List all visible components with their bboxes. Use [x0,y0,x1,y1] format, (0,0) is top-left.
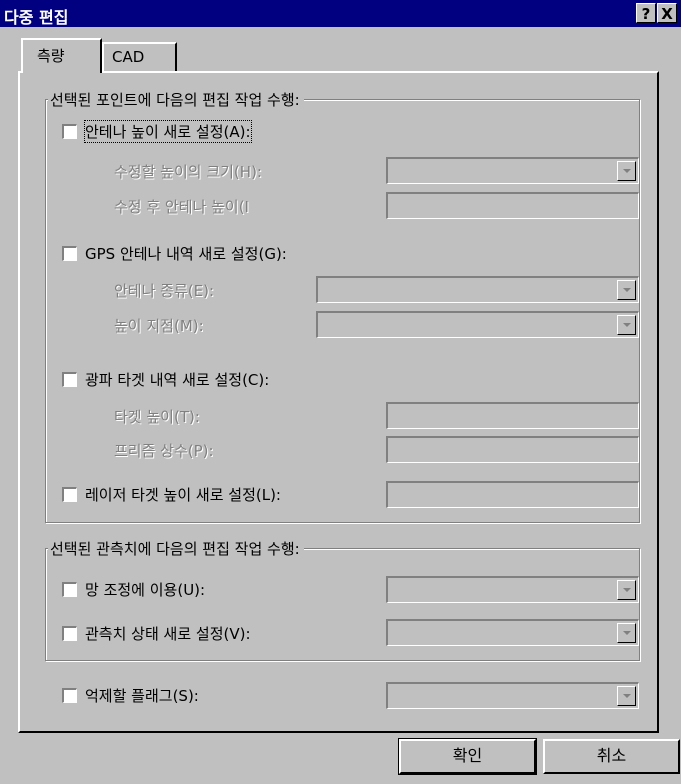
chevron-down-icon[interactable] [617,280,636,300]
antenna-type-select[interactable] [316,276,639,303]
help-button[interactable]: ? [636,3,656,23]
tab-cad[interactable]: CAD [102,42,177,71]
obs-status-checkbox[interactable] [62,626,77,641]
chevron-down-icon[interactable] [617,686,636,706]
obs-status-select[interactable] [386,619,639,646]
tab-cad-label: CAD [112,48,145,66]
chevron-down-icon[interactable] [617,580,636,600]
antenna-type-label: 안테나 종류(E): [114,282,215,300]
optical-target-checkbox[interactable] [62,372,77,387]
observations-group-legend: 선택된 관측치에 다음의 편집 작업 수행: [48,538,304,559]
obs-status-label[interactable]: 관측치 상태 새로 설정(V): [85,623,251,644]
network-adjust-label[interactable]: 망 조정에 이용(U): [85,579,205,600]
laser-target-checkbox[interactable] [62,487,77,502]
network-adjust-checkbox[interactable] [62,582,77,597]
height-point-label: 높이 지점(M): [114,317,204,335]
height-change-size-label: 수정할 높이의 크기(H): [114,163,262,181]
antenna-height-label[interactable]: 안테나 높이 새로 설정(A): [84,120,252,143]
points-group-legend: 선택된 포인트에 다음의 편집 작업 수행: [48,89,304,110]
chevron-down-icon[interactable] [617,315,636,335]
target-height-label: 타겟 높이(T): [114,408,200,426]
close-button[interactable]: X [657,3,677,23]
prism-constant-input[interactable] [386,436,639,463]
antenna-height-after-label: 수정 후 안테나 높이(I [114,198,249,216]
target-height-input[interactable] [386,402,639,429]
laser-target-label[interactable]: 레이저 타겟 높이 새로 설정(L): [85,484,281,505]
ok-button[interactable]: 확인 [398,738,537,775]
prism-constant-label: 프리즘 상수(P): [114,442,214,460]
network-adjust-select[interactable] [386,576,639,603]
gps-antenna-label[interactable]: GPS 안테나 내역 새로 설정(G): [85,243,287,264]
height-change-size-select[interactable] [386,157,639,184]
multi-edit-dialog: 다중 편집 ? X 측량 CAD 선택된 포인트에 다음의 편집 작업 수행: … [0,0,681,784]
laser-target-height-input[interactable] [386,481,639,508]
suppress-flag-label[interactable]: 억제할 플래그(S): [85,685,199,706]
chevron-down-icon[interactable] [617,161,636,181]
title-bar[interactable]: 다중 편집 ? X [0,0,681,27]
chevron-down-icon[interactable] [617,623,636,643]
antenna-height-checkbox[interactable] [62,124,77,139]
suppress-flag-checkbox[interactable] [62,688,77,703]
optical-target-label[interactable]: 광파 타겟 내역 새로 설정(C): [85,369,269,390]
tab-survey-label: 측량 [37,47,65,65]
window-title: 다중 편집 [4,8,69,27]
antenna-height-after-input[interactable] [386,192,639,219]
gps-antenna-checkbox[interactable] [62,246,77,261]
tab-survey[interactable]: 측량 [21,38,102,73]
suppress-flag-select[interactable] [386,682,639,709]
height-point-select[interactable] [316,311,639,338]
cancel-button[interactable]: 취소 [543,739,680,774]
